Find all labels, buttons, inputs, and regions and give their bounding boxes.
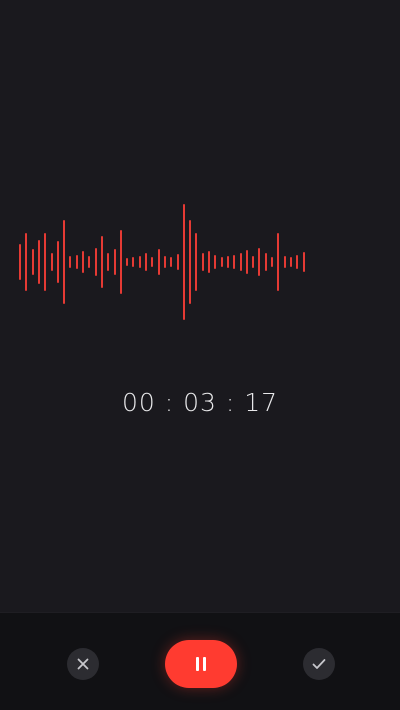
waveform-bar — [176, 254, 179, 270]
waveform-bar — [189, 220, 192, 304]
waveform-bar — [25, 233, 28, 291]
waveform-bar — [214, 255, 217, 269]
pause-icon — [196, 657, 206, 671]
elapsed-time: 00 : 03 : 17 — [121, 388, 279, 417]
waveform-bar — [258, 248, 261, 276]
waveform-bar — [289, 257, 292, 267]
voice-recorder-screen: 00 : 03 : 17 — [0, 0, 400, 710]
waveform-bar — [283, 256, 286, 268]
waveform-bar — [37, 240, 40, 284]
waveform-bar — [302, 252, 305, 272]
waveform-bar — [75, 255, 78, 269]
waveform-bar — [245, 250, 248, 274]
waveform-bar — [100, 236, 103, 288]
waveform-bar — [56, 241, 59, 283]
waveform-bar — [126, 258, 129, 266]
discard-recording-button[interactable] — [67, 648, 99, 680]
waveform-bar — [69, 256, 72, 268]
waveform-bar — [50, 253, 53, 271]
pause-recording-button[interactable] — [165, 640, 237, 688]
waveform-bar — [182, 204, 185, 320]
waveform-bar — [252, 256, 255, 268]
waveform-bar — [296, 255, 299, 269]
waveform-bar — [226, 256, 229, 268]
waveform-bar — [151, 257, 154, 267]
waveform-bar — [119, 230, 122, 294]
waveform-bar — [264, 253, 267, 271]
waveform-bar — [94, 248, 97, 276]
waveform-bar — [138, 256, 141, 268]
waveform-bar — [170, 257, 173, 267]
waveform-bar — [44, 233, 47, 291]
waveform-bar — [145, 253, 147, 271]
waveform-bar — [220, 257, 223, 267]
checkmark-icon — [312, 659, 326, 669]
waveform-bar — [63, 220, 66, 304]
waveform-bar — [31, 249, 34, 275]
waveform-bar — [163, 256, 166, 268]
recording-controls-bar — [0, 612, 400, 710]
waveform-bar — [201, 253, 204, 271]
waveform-bar — [239, 253, 242, 271]
waveform-bar — [19, 244, 21, 280]
waveform-bar — [277, 233, 280, 291]
close-icon — [77, 658, 89, 670]
waveform-bar — [208, 251, 210, 273]
waveform-bar — [82, 251, 84, 273]
waveform-bar — [157, 249, 160, 275]
save-recording-button[interactable] — [303, 648, 335, 680]
waveform-bar — [113, 249, 116, 275]
waveform-bar — [132, 257, 135, 267]
audio-waveform — [0, 190, 400, 335]
waveform-bar — [271, 257, 273, 267]
waveform-bar — [107, 253, 110, 271]
waveform-bar — [195, 233, 198, 291]
waveform-bar — [233, 255, 236, 269]
waveform-bar — [88, 256, 91, 268]
